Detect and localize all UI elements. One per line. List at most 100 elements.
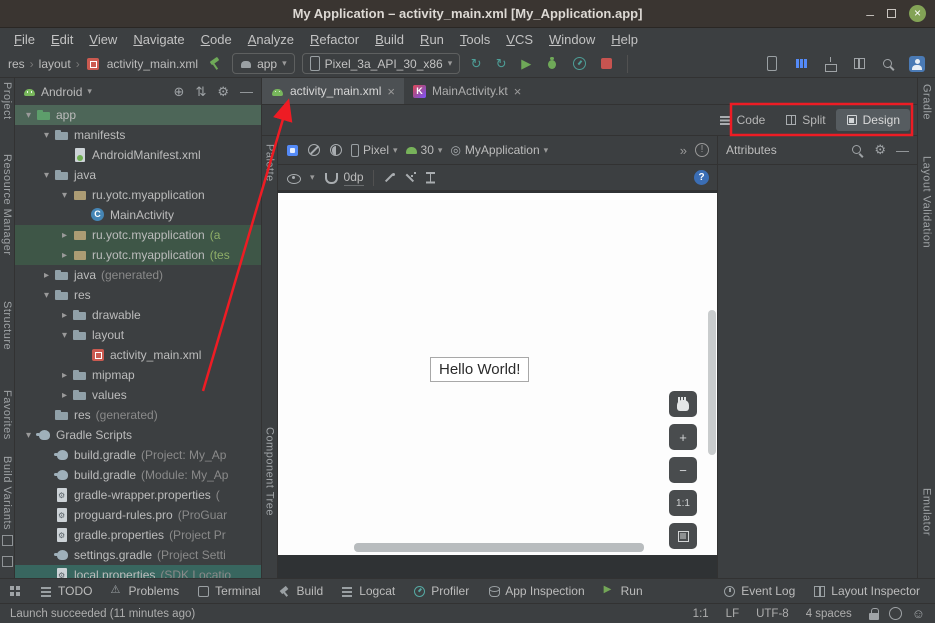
tree-item-app[interactable]: ▾app — [15, 105, 261, 125]
tree-item-ru.yotc.myapplication[interactable]: ▸ru.yotc.myapplication(tes — [15, 245, 261, 265]
locate-file-icon[interactable]: ⊕ — [174, 84, 185, 100]
tree-expand-arrow[interactable]: ▸ — [57, 250, 72, 261]
tree-collapse-arrow[interactable]: ▾ — [39, 130, 54, 141]
device-select[interactable]: Pixel_3a_API_30_x86 ▾ — [302, 53, 461, 74]
component-tree-tab[interactable]: Component Tree — [264, 427, 276, 516]
tree-item-mipmap[interactable]: ▸mipmap — [15, 365, 261, 385]
menu-item-code[interactable]: Code — [193, 30, 240, 49]
menu-item-edit[interactable]: Edit — [43, 30, 81, 49]
autoconnect-magnet-icon[interactable] — [324, 172, 335, 183]
tool-window-button-todo[interactable]: TODO — [31, 581, 101, 601]
overflow-chevron-icon[interactable]: » — [680, 143, 687, 158]
zoom-reset-button[interactable]: 1:1 — [669, 490, 697, 516]
profile-avatar[interactable] — [907, 54, 927, 74]
tool-window-button-logcat[interactable]: Logcat — [332, 581, 404, 601]
tree-item-values[interactable]: ▸values — [15, 385, 261, 405]
breadcrumb-item-activity_main.xml[interactable]: activity_main.xml — [107, 57, 198, 71]
close-tab-icon[interactable]: × — [514, 84, 522, 99]
breadcrumb-item-res[interactable]: res — [8, 57, 25, 71]
tree-item-res[interactable]: res(generated) — [15, 405, 261, 425]
zoom-fit-button[interactable] — [669, 523, 697, 549]
tool-button-favorites[interactable]: Favorites — [1, 390, 13, 440]
lock-icon[interactable] — [869, 607, 879, 620]
palette-tab[interactable]: Palette — [264, 144, 276, 182]
device-size-select[interactable]: Pixel ▾ — [351, 143, 398, 157]
settings-gear-icon[interactable]: ⚙ — [874, 142, 886, 158]
tree-item-drawable[interactable]: ▸drawable — [15, 305, 261, 325]
tab-mainactivity.kt[interactable]: KMainActivity.kt× — [404, 78, 530, 104]
settings-gear-icon[interactable]: ⚙ — [217, 84, 229, 100]
expand-collapse-icon[interactable]: ⇅ — [195, 84, 206, 100]
status-utf-8[interactable]: UTF-8 — [756, 608, 789, 620]
status-4-spaces[interactable]: 4 spaces — [806, 608, 852, 620]
mode-design[interactable]: Design — [836, 109, 910, 131]
zoom-in-button[interactable]: + — [669, 424, 697, 450]
run-button[interactable]: ▶ — [517, 56, 535, 72]
orientation-icon[interactable] — [329, 143, 343, 157]
tree-item-gradle-wrapper.properties[interactable]: gradle-wrapper.properties( — [15, 485, 261, 505]
tool-window-button-profiler[interactable]: Profiler — [404, 581, 478, 601]
hide-panel-icon[interactable]: — — [240, 84, 253, 99]
search-icon[interactable] — [850, 143, 864, 157]
menu-item-file[interactable]: File — [6, 30, 43, 49]
menu-item-analyze[interactable]: Analyze — [240, 30, 302, 49]
mode-split[interactable]: Split — [775, 109, 835, 131]
tool-window-button-event-log[interactable]: Event Log — [714, 581, 804, 601]
close-tab-icon[interactable]: × — [387, 84, 395, 99]
stop-button[interactable] — [596, 54, 616, 74]
vertical-scrollbar[interactable] — [708, 310, 716, 455]
tree-expand-arrow[interactable]: ▸ — [39, 270, 54, 281]
status-1-1[interactable]: 1:1 — [693, 608, 709, 620]
tree-expand-arrow[interactable]: ▸ — [57, 370, 72, 381]
hide-panel-icon[interactable]: — — [896, 143, 909, 158]
tab-activity_main.xml[interactable]: activity_main.xml× — [262, 78, 404, 104]
menu-item-refactor[interactable]: Refactor — [302, 30, 367, 49]
layout-inspector-button[interactable] — [849, 54, 869, 74]
tree-collapse-arrow[interactable]: ▾ — [21, 430, 36, 441]
guidelines-icon[interactable] — [425, 171, 436, 184]
tool-button-project[interactable]: Project — [1, 82, 13, 120]
help-icon[interactable]: ? — [694, 170, 709, 185]
infer-constraints-icon[interactable] — [404, 172, 416, 184]
pan-button[interactable] — [669, 391, 697, 417]
profiler-button[interactable] — [569, 54, 589, 74]
tree-item-java[interactable]: ▾java — [15, 165, 261, 185]
apply-code-changes-button[interactable]: ↻ — [492, 56, 510, 72]
zoom-out-button[interactable]: − — [669, 457, 697, 483]
minimize-button[interactable]: – — [866, 6, 874, 22]
breadcrumb-item-layout[interactable]: layout — [39, 57, 71, 71]
tool-window-button-problems[interactable]: Problems — [101, 581, 188, 601]
horizontal-scrollbar[interactable] — [354, 543, 644, 552]
tool-button-layout-validation[interactable]: Layout Validation — [921, 156, 933, 248]
default-margin-value[interactable]: 0dp — [344, 170, 364, 186]
menu-item-run[interactable]: Run — [412, 30, 452, 49]
mode-code[interactable]: Code — [710, 109, 776, 131]
tree-item-build.gradle[interactable]: build.gradle(Project: My_Ap — [15, 445, 261, 465]
tree-collapse-arrow[interactable]: ▾ — [39, 290, 54, 301]
tree-expand-arrow[interactable]: ▸ — [57, 390, 72, 401]
tree-item-ru.yotc.myapplication[interactable]: ▾ru.yotc.myapplication — [15, 185, 261, 205]
tree-item-mainactivity[interactable]: MainActivity — [15, 205, 261, 225]
menu-item-window[interactable]: Window — [541, 30, 603, 49]
tree-item-build.gradle[interactable]: build.gradle(Module: My_Ap — [15, 465, 261, 485]
tree-collapse-arrow[interactable]: ▾ — [39, 170, 54, 181]
tree-item-proguard-rules.pro[interactable]: proguard-rules.pro(ProGuar — [15, 505, 261, 525]
tree-item-manifests[interactable]: ▾manifests — [15, 125, 261, 145]
sdk-manager-button[interactable] — [820, 54, 840, 74]
restore-button[interactable] — [887, 7, 896, 21]
tool-window-button-layout-inspector[interactable]: Layout Inspector — [804, 581, 929, 601]
status-lf[interactable]: LF — [726, 608, 739, 620]
menu-item-tools[interactable]: Tools — [452, 30, 498, 49]
tree-item-androidmanifest.xml[interactable]: AndroidManifest.xml — [15, 145, 261, 165]
tree-item-res[interactable]: ▾res — [15, 285, 261, 305]
tool-button-icon[interactable] — [2, 556, 13, 567]
tool-button-icon[interactable] — [2, 535, 13, 546]
tool-window-switcher-icon[interactable] — [9, 585, 22, 598]
tool-button-structure[interactable]: Structure — [1, 301, 13, 350]
project-view-selector[interactable]: Android — [41, 85, 82, 99]
menu-item-help[interactable]: Help — [603, 30, 646, 49]
api-level-select[interactable]: 30 ▾ — [406, 143, 443, 157]
tree-item-gradle-scripts[interactable]: ▾Gradle Scripts — [15, 425, 261, 445]
tool-window-button-build[interactable]: Build — [270, 581, 333, 601]
tree-item-activity_main.xml[interactable]: activity_main.xml — [15, 345, 261, 365]
